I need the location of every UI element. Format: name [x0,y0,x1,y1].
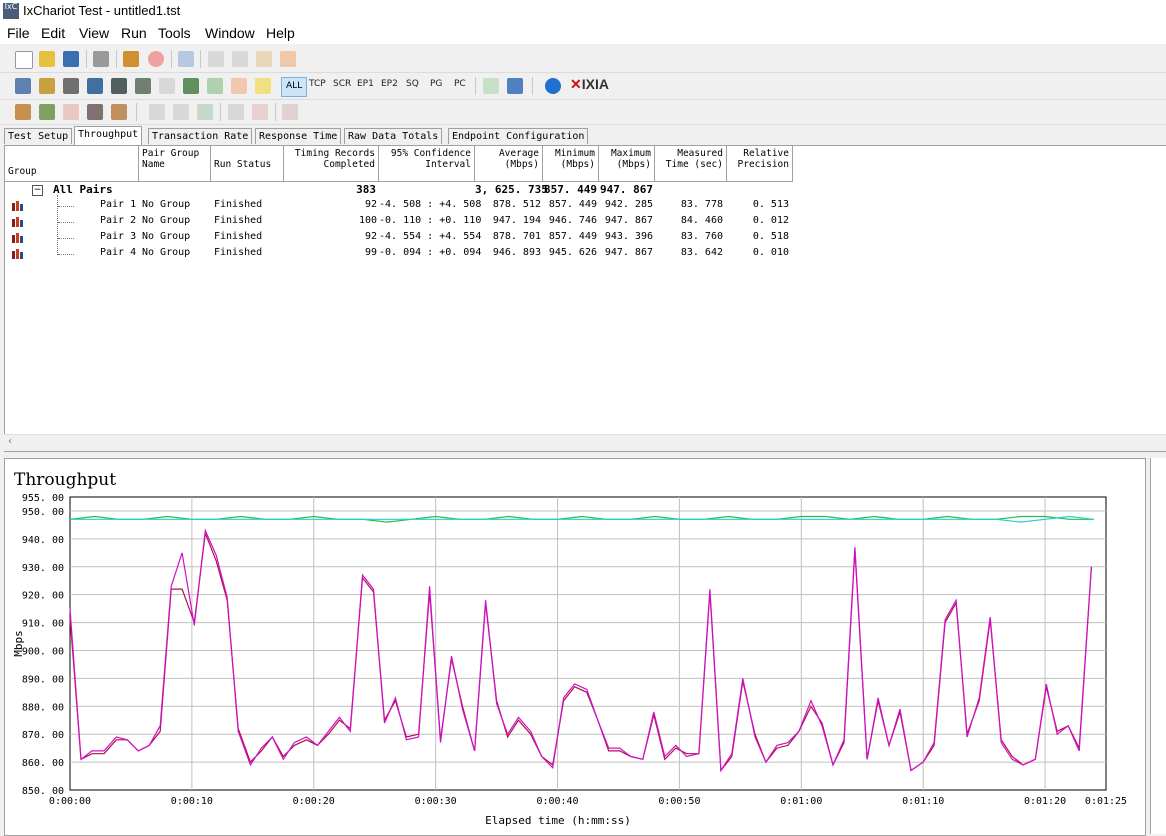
x-tick-label: 0:00:10 [171,796,213,807]
throughput-chart: 850. 00860. 00870. 00880. 00890. 00900. … [12,487,1166,827]
y-tick-label: 920. 00 [22,591,64,602]
y-tick-label: 955. 00 [22,493,64,504]
y-tick-label: 860. 00 [22,758,64,769]
x-tick-label: 0:00:50 [658,796,700,807]
y-tick-label: 900. 00 [22,646,64,657]
y-tick-label: 880. 00 [22,702,64,713]
y-tick-label: 950. 00 [22,507,64,518]
plot-area [69,496,1107,791]
x-tick-label: 0:01:20 [1024,796,1066,807]
x-tick-label: 0:01:10 [902,796,944,807]
x-tick-label: 0:00:30 [415,796,457,807]
x-axis-label: Elapsed time (h:mm:ss) [485,814,631,827]
x-tick-label: 0:01:00 [780,796,822,807]
y-axis-label: Mbps [12,630,25,657]
legend-panel [1150,458,1166,834]
y-tick-label: 940. 00 [22,535,64,546]
y-tick-label: 910. 00 [22,619,64,630]
x-tick-label: 0:00:00 [49,796,91,807]
y-tick-label: 930. 00 [22,563,64,574]
y-tick-label: 890. 00 [22,674,64,685]
y-tick-label: 870. 00 [22,730,64,741]
x-tick-label: 0:00:20 [293,796,335,807]
x-tick-label: 0:00:40 [536,796,578,807]
x-tick-label: 0:01:25 [1085,796,1127,807]
